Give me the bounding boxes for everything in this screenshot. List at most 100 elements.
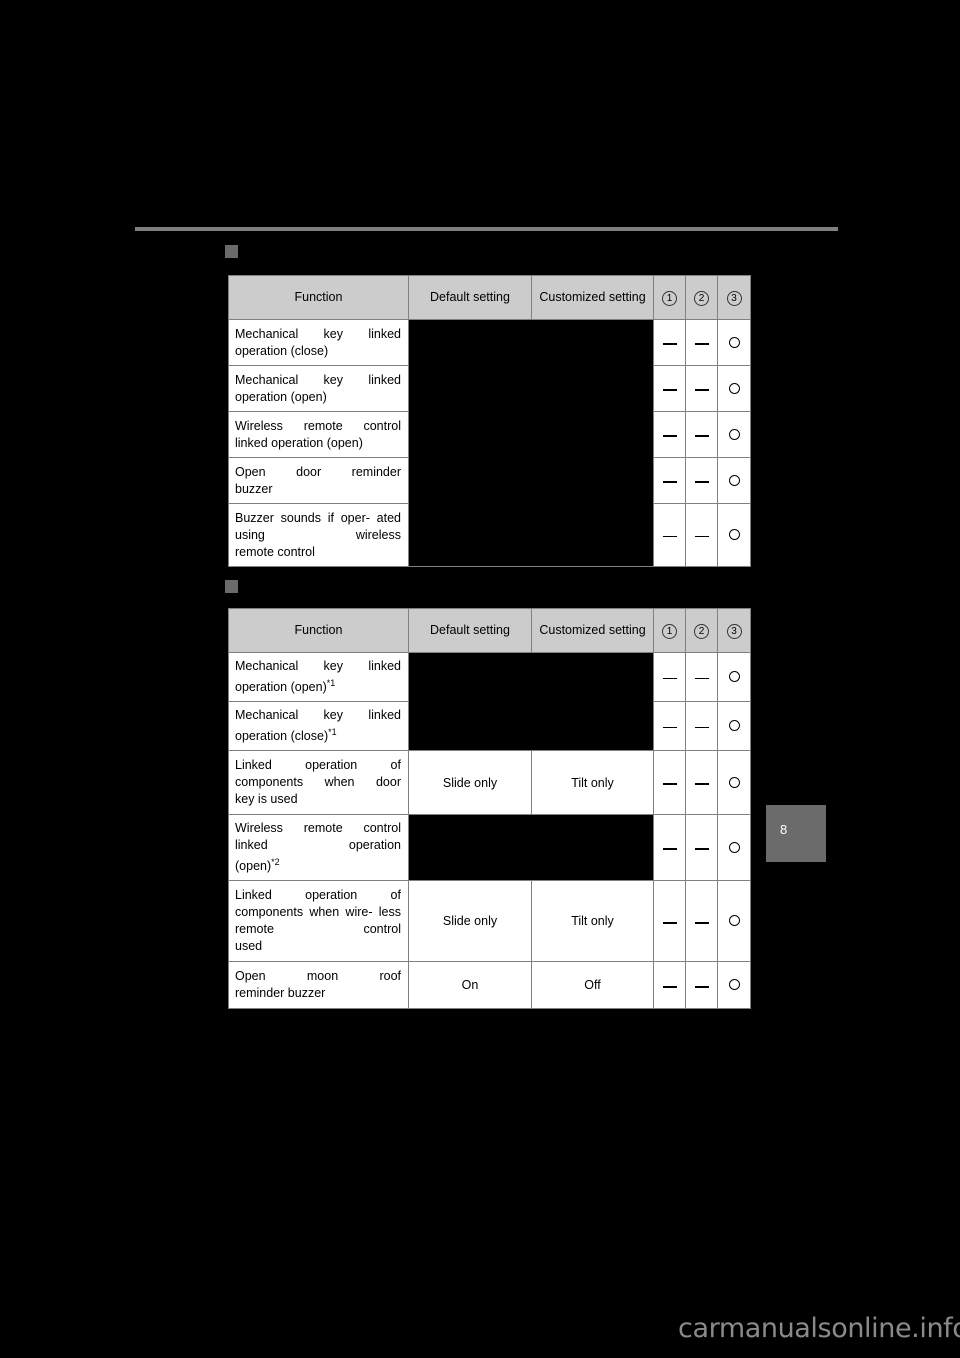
circle-o-icon bbox=[728, 428, 740, 440]
footnote-marker: *1 bbox=[326, 678, 336, 688]
column-header-circle-2: 2 bbox=[685, 275, 718, 320]
site-watermark: carmanualsonline.info bbox=[678, 1313, 960, 1344]
dash-icon bbox=[694, 481, 709, 483]
customization-table-1: Function Default setting Customized sett… bbox=[228, 275, 751, 567]
customization-table-2: Function Default setting Customized sett… bbox=[228, 608, 751, 1010]
dash-icon bbox=[694, 343, 709, 345]
cell-function: Linked operation of components when wire… bbox=[228, 880, 409, 963]
circled-number-2-icon: 2 bbox=[694, 623, 709, 639]
table-row: Mechanical key linked operation (open)*1 bbox=[228, 651, 751, 752]
table-header-row: Function Default setting Customized sett… bbox=[228, 608, 751, 653]
dash-icon bbox=[662, 848, 677, 850]
dash-icon bbox=[662, 985, 677, 988]
cell-availability-2 bbox=[685, 365, 718, 412]
table-body: Mechanical key linked operation (open)*1… bbox=[228, 651, 751, 1010]
column-header-circle-1: 1 bbox=[653, 608, 686, 653]
circle-o-icon bbox=[728, 382, 740, 394]
circled-number-1-icon: 1 bbox=[662, 290, 677, 306]
cell-availability-1 bbox=[653, 651, 686, 703]
cell-availability-3 bbox=[717, 411, 751, 458]
cell-customized-setting: Off bbox=[531, 961, 654, 1010]
column-header-customized-setting: Customized setting bbox=[531, 608, 654, 653]
cell-availability-3 bbox=[717, 503, 751, 567]
cell-default-setting: Slide only bbox=[408, 750, 532, 816]
circled-number-2-icon: 2 bbox=[694, 290, 709, 306]
table-row: Open moon roof reminder buzzer On Off bbox=[228, 961, 751, 1010]
section-bullet-icon bbox=[225, 580, 238, 593]
cell-function: Mechanical key linked operation (close) bbox=[228, 319, 409, 366]
cell-availability-3 bbox=[717, 365, 751, 412]
header-rule bbox=[135, 227, 838, 231]
footnote-marker: *2 bbox=[271, 857, 280, 868]
cell-availability-2 bbox=[685, 814, 718, 882]
cell-availability-3 bbox=[717, 814, 751, 882]
cell-availability-1 bbox=[653, 961, 686, 1010]
cell-availability-2 bbox=[685, 750, 718, 816]
dash-icon bbox=[662, 435, 677, 437]
dash-icon bbox=[662, 783, 677, 785]
column-header-default-setting: Default setting bbox=[408, 608, 532, 653]
cell-function: Wireless remote control linked operation… bbox=[228, 814, 409, 882]
dash-icon bbox=[662, 481, 677, 483]
dash-icon bbox=[694, 726, 709, 729]
table-row: Mechanical key linked operation (close) bbox=[228, 319, 751, 567]
dash-icon bbox=[694, 783, 709, 785]
dash-icon bbox=[694, 535, 709, 538]
cell-function: Mechanical key linked operation (open)*1 bbox=[228, 651, 409, 703]
column-header-default-setting: Default setting bbox=[408, 275, 532, 320]
cell-redacted-block bbox=[408, 814, 654, 882]
cell-availability-2 bbox=[685, 701, 718, 752]
page-section-tab: 8 bbox=[766, 805, 826, 862]
column-header-function: Function bbox=[228, 608, 409, 653]
cell-availability-2 bbox=[685, 880, 718, 963]
dash-icon bbox=[662, 726, 677, 729]
cell-function: Open door reminder buzzer bbox=[228, 457, 409, 504]
cell-function: Mechanical key linked operation (close)*… bbox=[228, 701, 409, 752]
dash-icon bbox=[694, 389, 709, 391]
table-row: Linked operation of components when wire… bbox=[228, 880, 751, 963]
dash-icon bbox=[694, 435, 709, 437]
circle-o-icon bbox=[728, 720, 740, 732]
cell-availability-3 bbox=[717, 701, 751, 752]
dash-icon bbox=[662, 389, 677, 391]
cell-function: Linked operation of components when door… bbox=[228, 750, 409, 816]
column-header-function: Function bbox=[228, 275, 409, 320]
column-header-customized-setting: Customized setting bbox=[531, 275, 654, 320]
cell-availability-1 bbox=[653, 319, 686, 366]
table-row: Linked operation of components when door… bbox=[228, 750, 751, 816]
dash-icon bbox=[662, 921, 677, 924]
cell-availability-3 bbox=[717, 457, 751, 504]
cell-availability-1 bbox=[653, 814, 686, 882]
footnote-marker: *1 bbox=[328, 727, 337, 738]
cell-redacted-block bbox=[408, 651, 654, 752]
cell-customized-setting: Tilt only bbox=[531, 750, 654, 816]
circle-o-icon bbox=[728, 915, 740, 927]
circle-o-icon bbox=[728, 841, 740, 853]
document-page: Function Default setting Customized sett… bbox=[0, 0, 960, 1358]
dash-icon bbox=[662, 535, 677, 538]
cell-function: Wireless remote control linked operation… bbox=[228, 411, 409, 458]
cell-availability-1 bbox=[653, 457, 686, 504]
circle-o-icon bbox=[728, 671, 740, 683]
circle-o-icon bbox=[728, 529, 740, 540]
cell-availability-3 bbox=[717, 651, 751, 703]
cell-default-setting: Slide only bbox=[408, 880, 532, 963]
cell-availability-3 bbox=[717, 319, 751, 366]
cell-redacted-block bbox=[408, 319, 654, 567]
table-row: Wireless remote control linked operation… bbox=[228, 814, 751, 882]
cell-availability-3 bbox=[717, 750, 751, 816]
column-header-circle-3: 3 bbox=[717, 275, 751, 320]
cell-availability-1 bbox=[653, 503, 686, 567]
cell-availability-2 bbox=[685, 457, 718, 504]
cell-function: Buzzer sounds if oper- ated using wirele… bbox=[228, 503, 409, 567]
dash-icon bbox=[662, 677, 677, 680]
dash-icon bbox=[694, 921, 709, 924]
cell-function: Open moon roof reminder buzzer bbox=[228, 961, 409, 1010]
column-header-circle-1: 1 bbox=[653, 275, 686, 320]
circle-o-icon bbox=[728, 474, 740, 486]
dash-icon bbox=[662, 343, 677, 345]
cell-default-setting: On bbox=[408, 961, 532, 1010]
circled-number-1-icon: 1 bbox=[662, 623, 677, 639]
circle-o-icon bbox=[728, 776, 740, 788]
cell-availability-2 bbox=[685, 651, 718, 703]
